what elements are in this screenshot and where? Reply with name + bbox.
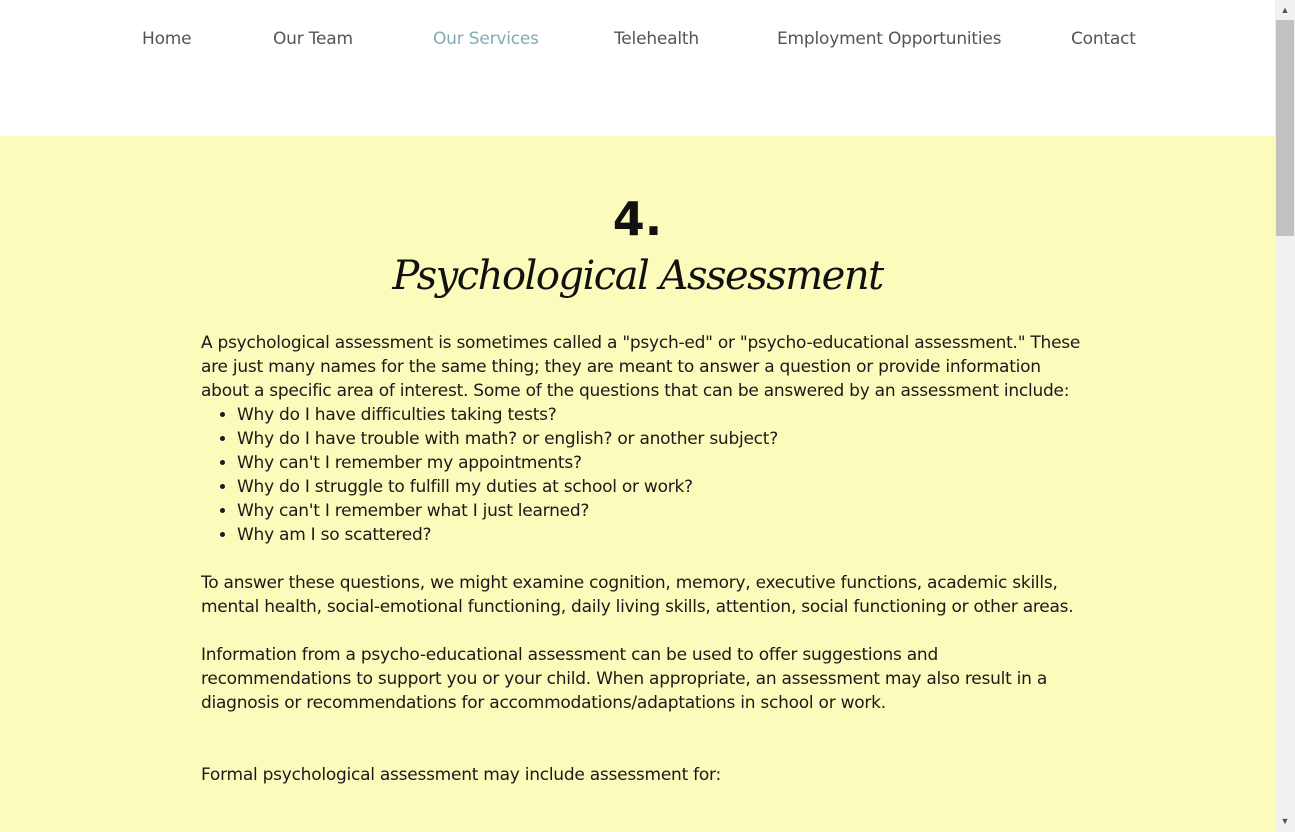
section-body: A psychological assessment is sometimes …	[201, 331, 1081, 787]
page: Home Our Team Our Services Telehealth Em…	[0, 0, 1295, 832]
question-list: Why do I have difficulties taking tests?…	[201, 403, 1081, 547]
nav-contact[interactable]: Contact	[1071, 29, 1136, 49]
list-item: Why am I so scattered?	[237, 523, 1081, 547]
intro-paragraph: A psychological assessment is sometimes …	[201, 333, 1081, 401]
scroll-down-arrow-icon[interactable]: ▼	[1275, 813, 1295, 830]
list-item: Why do I have trouble with math? or engl…	[237, 427, 1081, 451]
content-area: Home Our Team Our Services Telehealth Em…	[0, 0, 1275, 832]
list-item: Why can't I remember what I just learned…	[237, 499, 1081, 523]
assessment-section: 4. Psychological Assessment A psychologi…	[0, 136, 1275, 832]
nav-telehealth[interactable]: Telehealth	[614, 29, 699, 49]
site-header: Home Our Team Our Services Telehealth Em…	[0, 0, 1275, 136]
list-item: Why do I struggle to fulfill my duties a…	[237, 475, 1081, 499]
formal-assessment-paragraph: Formal psychological assessment may incl…	[201, 765, 721, 785]
areas-paragraph: To answer these questions, we might exam…	[201, 573, 1074, 617]
vertical-scrollbar[interactable]: ▲ ▼	[1275, 0, 1295, 832]
section-title: Psychological Assessment	[392, 253, 884, 299]
list-item: Why can't I remember my appointments?	[237, 451, 1081, 475]
section-number: 4.	[612, 192, 663, 246]
list-item: Why do I have difficulties taking tests?	[237, 403, 1081, 427]
information-paragraph: Information from a psycho-educational as…	[201, 645, 1047, 713]
nav-our-services[interactable]: Our Services	[433, 29, 539, 49]
scrollbar-thumb[interactable]	[1276, 20, 1294, 236]
nav-our-team[interactable]: Our Team	[273, 29, 353, 49]
nav-employment-opportunities[interactable]: Employment Opportunities	[777, 29, 1002, 49]
nav-home[interactable]: Home	[142, 29, 192, 49]
scroll-up-arrow-icon[interactable]: ▲	[1275, 2, 1295, 19]
